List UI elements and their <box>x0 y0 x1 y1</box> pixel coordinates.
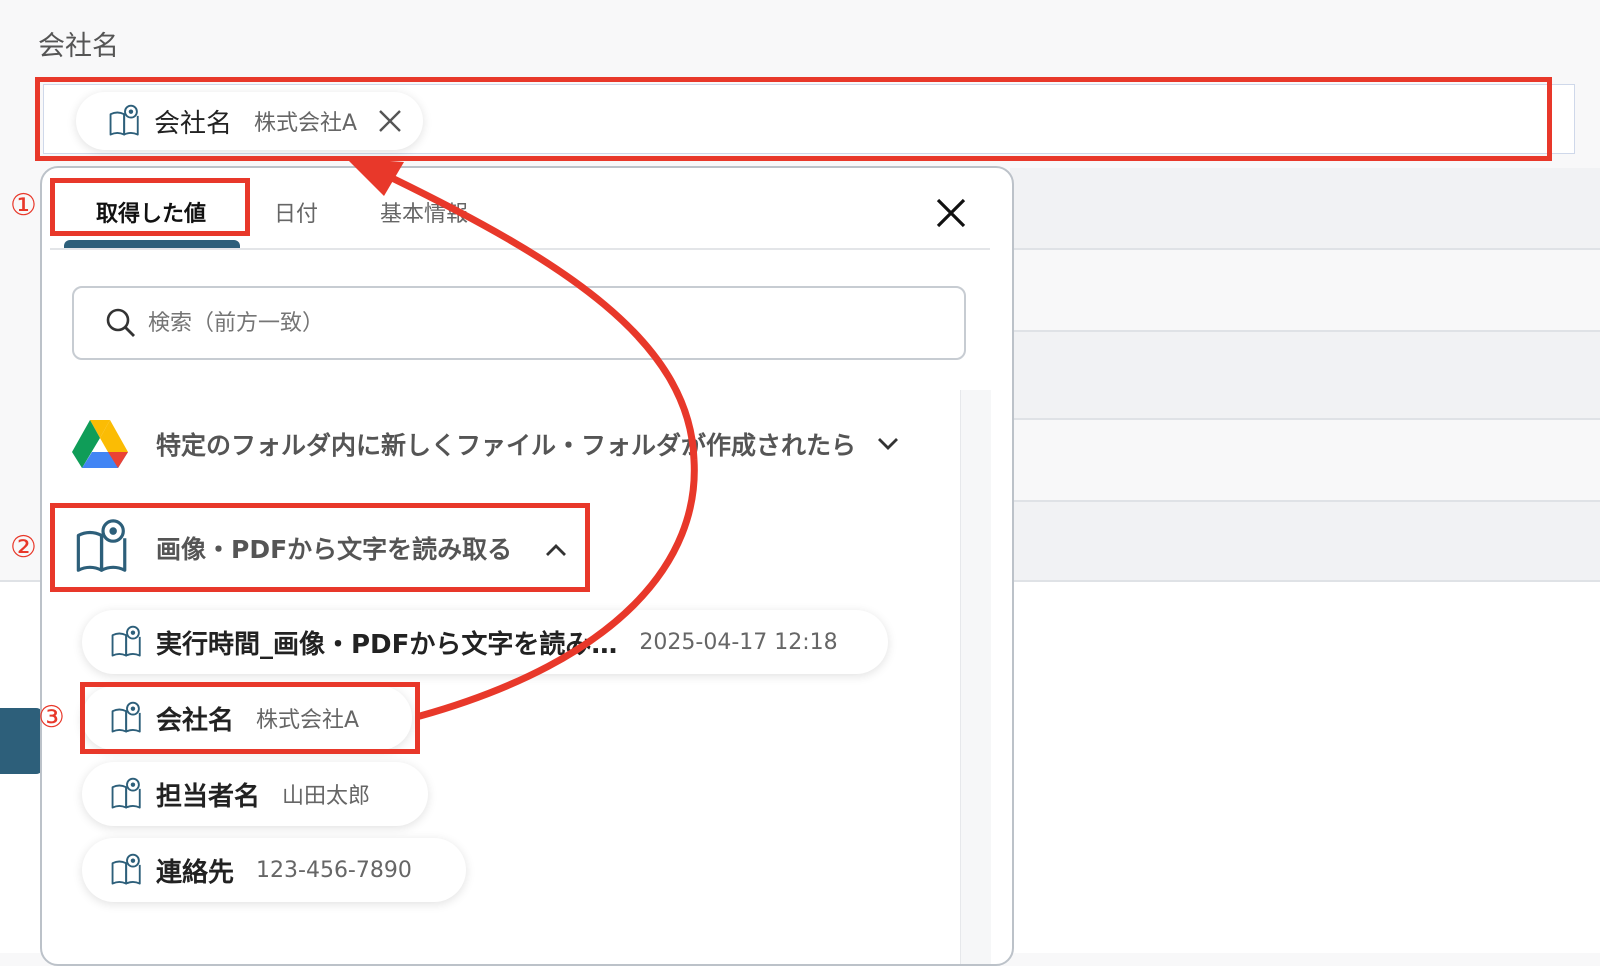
ocr-book-icon <box>110 777 144 811</box>
item-name: 実行時間_画像・PDFから文字を読み… <box>156 629 618 660</box>
list-item-contact-person[interactable]: 担当者名 山田太郎 <box>82 762 428 826</box>
list-item-company-name[interactable]: 会社名 株式会社A <box>82 686 412 750</box>
group-title-drive[interactable]: 特定のフォルダ内に新しくファイル・フォルダが作成されたら <box>156 426 856 462</box>
bg-row <box>1010 168 1600 248</box>
active-tab-indicator <box>64 240 240 248</box>
google-drive-icon <box>72 420 128 468</box>
field-label: 会社名 <box>38 31 119 62</box>
chevron-down-icon[interactable] <box>876 434 900 454</box>
chip-name: 会社名 <box>154 108 233 139</box>
search-box[interactable] <box>72 286 966 360</box>
step-marker-1: ① <box>10 188 37 223</box>
tab-acquired-values[interactable]: 取得した値 <box>96 196 206 228</box>
ocr-book-icon <box>108 104 142 138</box>
list-item-contact[interactable]: 連絡先 123-456-7890 <box>82 838 466 902</box>
search-icon <box>106 308 135 337</box>
ocr-book-icon <box>110 701 144 735</box>
bg-row <box>1010 332 1600 418</box>
ocr-book-icon <box>110 625 144 659</box>
divider <box>1010 418 1600 420</box>
list-item-execution-time[interactable]: 実行時間_画像・PDFから文字を読み… 2025-04-17 12:18 <box>82 610 888 674</box>
tab-date[interactable]: 日付 <box>274 196 318 228</box>
selected-value-chip[interactable]: 会社名 株式会社A <box>76 92 424 150</box>
item-value: 123-456-7890 <box>256 857 412 883</box>
item-value: 山田太郎 <box>282 784 371 809</box>
item-name: 担当者名 <box>156 781 261 812</box>
tab-basic-info[interactable]: 基本情報 <box>380 196 468 228</box>
item-value: 2025-04-17 12:18 <box>639 629 838 655</box>
bg-row <box>1010 502 1600 580</box>
ocr-book-icon <box>74 518 132 576</box>
divider <box>1010 248 1600 250</box>
step-marker-3: ③ <box>38 700 65 735</box>
item-value: 株式会社A <box>256 708 360 733</box>
close-icon[interactable] <box>934 196 968 230</box>
group-title-ocr[interactable]: 画像・PDFから文字を読み取る <box>156 530 512 566</box>
step-marker-2: ② <box>10 530 37 565</box>
remove-chip-icon[interactable] <box>377 108 403 134</box>
scrollbar[interactable] <box>960 390 991 964</box>
ocr-book-icon <box>110 853 144 887</box>
chip-value: 株式会社A <box>254 111 358 136</box>
tab-divider <box>50 248 990 250</box>
item-name: 会社名 <box>156 705 235 736</box>
chevron-up-icon[interactable] <box>544 540 568 560</box>
item-name: 連絡先 <box>156 857 235 888</box>
search-input[interactable] <box>146 309 964 337</box>
